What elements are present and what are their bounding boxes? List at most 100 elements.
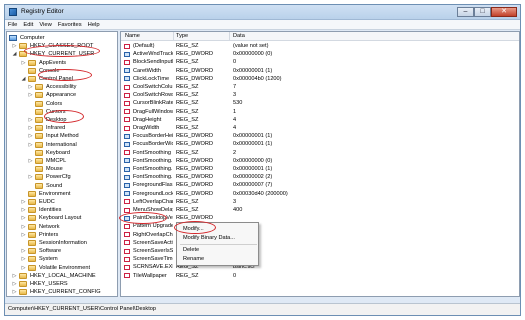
expander-icon[interactable]: ▷: [28, 93, 33, 98]
tree-item[interactable]: ▷ HKEY_CURRENT_CONFIG: [7, 288, 117, 296]
tree-item[interactable]: ▷ Software: [7, 247, 117, 255]
expander-icon[interactable]: ◢: [6, 36, 7, 41]
expander-icon[interactable]: [21, 192, 26, 197]
modify-binary-data-menu-item[interactable]: Modify Binary Data...: [177, 234, 258, 243]
menu-file[interactable]: File: [8, 22, 17, 28]
menu-edit[interactable]: Edit: [23, 22, 33, 28]
value-row[interactable]: FontSmoothing... REG_DWORD 0x00000001 (1): [121, 165, 519, 173]
tree-item[interactable]: ▷ HKEY_LOCAL_MACHINE: [7, 272, 117, 280]
tree-item[interactable]: ▷ HKEY_USERS: [7, 280, 117, 288]
tree-item[interactable]: Console: [7, 67, 117, 75]
value-row[interactable]: ForegroundFlas... REG_DWORD 0x00000007 (7): [121, 181, 519, 189]
tree-item[interactable]: ▷ Network: [7, 223, 117, 231]
value-row[interactable]: BlockSendInputR...REG_SZ 0: [121, 58, 519, 66]
tree-item[interactable]: ▷ Accessibility: [7, 83, 117, 91]
column-divider[interactable]: [173, 32, 174, 41]
menu-favorites[interactable]: Favorites: [58, 22, 82, 28]
tree-item[interactable]: ◢ Control Panel: [7, 75, 117, 83]
tree-item[interactable]: ▷ MMCPL: [7, 157, 117, 165]
value-row[interactable]: FontSmoothing REG_SZ 2: [121, 149, 519, 157]
value-row[interactable]: CoolSwitchColu... REG_SZ 7: [121, 83, 519, 91]
tree-item[interactable]: Sound: [7, 182, 117, 190]
menu-help[interactable]: Help: [88, 22, 100, 28]
tree-item[interactable]: Cursors: [7, 108, 117, 116]
value-row[interactable]: ActiveWndTrackT...REG_DWORD 0x00000000 (0…: [121, 50, 519, 58]
title-bar[interactable]: Registry Editor – □ ✕: [5, 5, 520, 20]
tree-item[interactable]: Keyboard: [7, 149, 117, 157]
expander-icon[interactable]: ▷: [28, 85, 33, 90]
value-row[interactable]: CaretWidth REG_DWORD 0x00000001 (1): [121, 67, 519, 75]
value-row[interactable]: DragFullWindows REG_SZ 1: [121, 108, 519, 116]
expander-icon[interactable]: ▷: [21, 216, 26, 221]
expander-icon[interactable]: ▷: [21, 224, 26, 230]
expander-icon[interactable]: [28, 102, 33, 107]
expander-icon[interactable]: ◢: [21, 77, 26, 82]
expander-icon[interactable]: ▷: [21, 200, 26, 205]
column-divider[interactable]: [229, 32, 230, 41]
registry-tree[interactable]: ◢Computer▷HKEY_CLASSES_ROOT◢HKEY_CURRENT…: [6, 31, 118, 297]
tree-item[interactable]: ▷ HKEY_CLASSES_ROOT: [7, 42, 117, 50]
expander-icon[interactable]: ▷: [28, 142, 33, 148]
expander-icon[interactable]: ▷: [28, 175, 33, 180]
close-icon[interactable]: ✕: [491, 7, 517, 17]
expander-icon[interactable]: ▷: [28, 126, 33, 131]
value-row[interactable]: ClickLockTime REG_DWORD 0x000004b0 (1200): [121, 75, 519, 83]
tree-item[interactable]: Environment: [7, 190, 117, 198]
expander-icon[interactable]: ▷: [21, 208, 26, 213]
tree-item[interactable]: ◢ HKEY_CURRENT_USER: [7, 50, 117, 58]
expander-icon[interactable]: ▷: [21, 60, 26, 66]
tree-item[interactable]: ▷ International: [7, 141, 117, 149]
column-data[interactable]: Data: [233, 33, 245, 39]
expander-icon[interactable]: ▷: [28, 118, 33, 123]
expander-icon[interactable]: ▷: [21, 257, 26, 262]
expander-icon[interactable]: [28, 184, 33, 189]
expander-icon[interactable]: ▷: [12, 44, 17, 49]
expander-icon[interactable]: [28, 110, 33, 115]
expander-icon[interactable]: ▷: [21, 249, 26, 254]
value-row[interactable]: FontSmoothing... REG_DWORD 0x00000000 (0): [121, 157, 519, 165]
expander-icon[interactable]: ▷: [12, 273, 17, 279]
value-row[interactable]: CoolSwitchRows REG_SZ 3: [121, 91, 519, 99]
expander-icon[interactable]: ▷: [21, 265, 26, 271]
tree-item[interactable]: ▷ Input Method: [7, 132, 117, 140]
value-row[interactable]: FocusBorderWid...REG_DWORD 0x00000001 (1): [121, 140, 519, 148]
tree-item[interactable]: ▷ Infrared: [7, 124, 117, 132]
tree-item[interactable]: Colors: [7, 100, 117, 108]
expander-icon[interactable]: [28, 167, 33, 172]
expander-icon[interactable]: ▷: [28, 134, 33, 139]
rename-menu-item[interactable]: Rename: [177, 255, 258, 264]
tree-item[interactable]: Mouse: [7, 165, 117, 173]
expander-icon[interactable]: [28, 151, 33, 156]
tree-item[interactable]: ◢ Computer: [7, 34, 117, 42]
column-name[interactable]: Name: [125, 33, 140, 39]
modify-menu-item[interactable]: Modify...: [177, 225, 258, 234]
tree-item[interactable]: ▷ Printers: [7, 231, 117, 239]
value-row[interactable]: FocusBorderHei...REG_DWORD 0x00000001 (1): [121, 132, 519, 140]
expander-icon[interactable]: ▷: [12, 282, 17, 287]
tree-item[interactable]: ▷ EUDC: [7, 198, 117, 206]
expander-icon[interactable]: ▷: [28, 159, 33, 164]
expander-icon[interactable]: ▷: [12, 290, 17, 295]
delete-menu-item[interactable]: Delete: [177, 246, 258, 255]
value-row[interactable]: DragHeight REG_SZ 4: [121, 116, 519, 124]
tree-item[interactable]: ▷ PowerCfg: [7, 173, 117, 181]
value-row[interactable]: ForegroundLock...REG_DWORD 0x00030d40 (20…: [121, 190, 519, 198]
value-row[interactable]: MenuShowDelay REG_SZ 400: [121, 206, 519, 214]
value-row[interactable]: DragWidth REG_SZ 4: [121, 124, 519, 132]
value-row[interactable]: FontSmoothing... REG_DWORD 0x00000002 (2): [121, 173, 519, 181]
expander-icon[interactable]: [21, 69, 26, 74]
minimize-icon[interactable]: –: [457, 7, 474, 17]
column-type[interactable]: Type: [176, 33, 188, 39]
tree-item[interactable]: ▷ System: [7, 255, 117, 263]
value-row[interactable]: LeftOverlapChars REG_SZ 3: [121, 198, 519, 206]
tree-item[interactable]: ▷ Desktop: [7, 116, 117, 124]
value-row[interactable]: CursorBlinkRate REG_SZ 530: [121, 99, 519, 107]
tree-item[interactable]: ▷ Keyboard Layout: [7, 214, 117, 222]
expander-icon[interactable]: [21, 241, 26, 246]
tree-item[interactable]: SessionInformation: [7, 239, 117, 247]
tree-item[interactable]: ▷ AppEvents: [7, 59, 117, 67]
maximize-icon[interactable]: □: [474, 7, 491, 17]
tree-item[interactable]: ▷ Volatile Environment: [7, 264, 117, 272]
value-row[interactable]: (Default) REG_SZ (value not set): [121, 42, 519, 50]
value-row[interactable]: TileWallpaper REG_SZ 0: [121, 272, 519, 280]
